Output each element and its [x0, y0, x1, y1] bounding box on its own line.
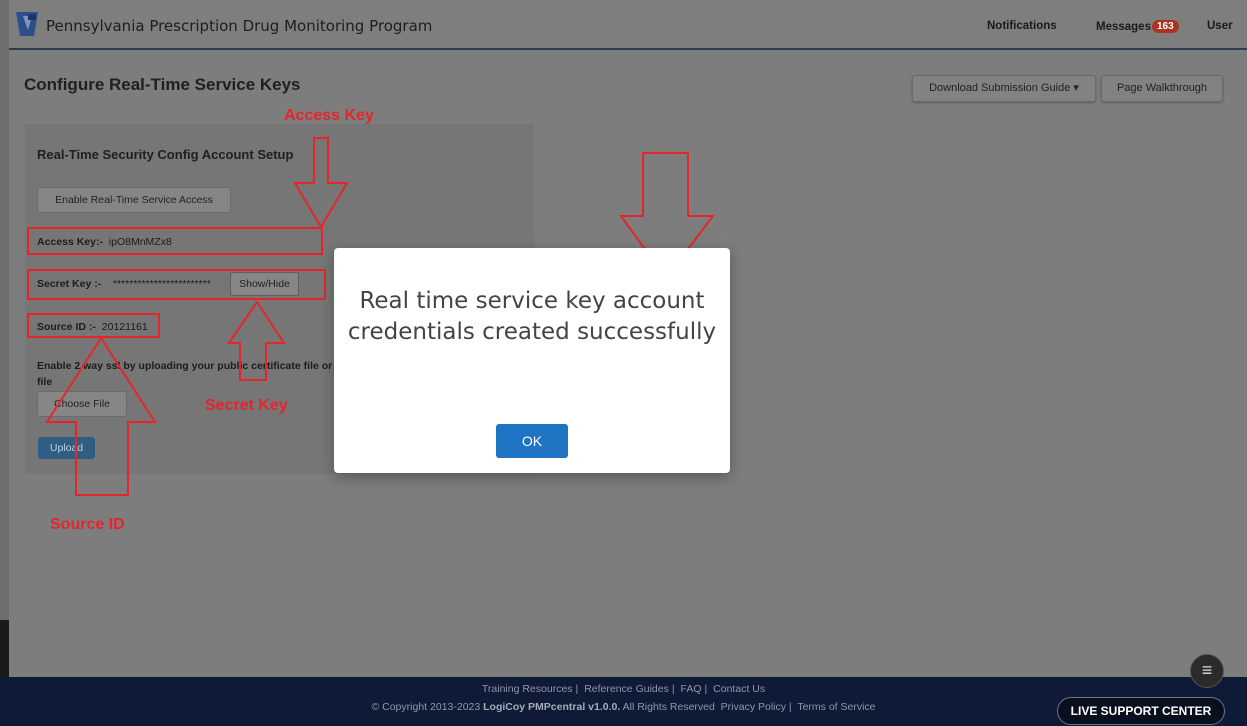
ok-button[interactable]: OK — [496, 424, 568, 458]
app-title[interactable]: Pennsylvania Prescription Drug Monitorin… — [46, 17, 432, 35]
panel-title: Real-Time Security Config Account Setup — [37, 147, 294, 162]
enable-realtime-access-button[interactable]: Enable Real-Time Service Access — [37, 187, 231, 213]
choose-file-button[interactable]: Choose File — [37, 391, 127, 417]
footer-links: Training Resources | Reference Guides | FA… — [481, 683, 766, 695]
live-support-button[interactable]: LIVE SUPPORT CENTER — [1057, 697, 1225, 725]
nav-user-menu[interactable]: User — [1207, 20, 1233, 32]
source-id-annotation: Source ID — [50, 516, 125, 533]
download-submission-guide-button[interactable]: Download Submission Guide ▾ — [912, 75, 1096, 102]
privacy-policy-link[interactable]: Privacy Policy | — [721, 701, 792, 713]
footer-link-training[interactable]: Training Resources — [482, 683, 573, 695]
access-key-highlight-box — [27, 227, 323, 255]
dialog-message: Real time service key account credential… — [347, 288, 717, 345]
pa-logo-icon — [16, 12, 38, 36]
nav-notifications[interactable]: Notifications — [987, 20, 1057, 32]
ssl-instruction-text: Enable 2 way ssl by uploading your publi… — [37, 360, 352, 388]
nav-messages[interactable]: Messages 163 — [1096, 20, 1179, 33]
secret-key-highlight-box — [27, 269, 326, 300]
copyright-prefix: © Copyright 2013-2023 — [371, 701, 481, 713]
nav-messages-label: Messages — [1096, 21, 1151, 33]
messages-count-badge: 163 — [1151, 20, 1179, 33]
upload-button[interactable]: Upload — [38, 437, 95, 459]
copyright-brand: LogiCoy PMPcentral v1.0.0. — [483, 701, 621, 713]
footer-link-faq[interactable]: FAQ — [681, 683, 702, 695]
copyright-suffix: All Rights Reserved — [622, 701, 715, 713]
left-edge-strip-top — [0, 0, 9, 620]
top-header: Pennsylvania Prescription Drug Monitorin… — [9, 6, 1247, 50]
source-id-highlight-box — [27, 313, 160, 338]
page-title: Configure Real-Time Service Keys — [24, 75, 301, 94]
hamburger-icon: ≡ — [1201, 660, 1213, 680]
secret-key-annotation: Secret Key — [205, 397, 288, 414]
success-dialog: Real time service key account credential… — [334, 248, 730, 473]
access-key-annotation: Access Key — [284, 107, 374, 124]
chat-menu-button[interactable]: ≡ — [1190, 654, 1224, 688]
terms-link[interactable]: Terms of Service — [797, 701, 875, 713]
page-walkthrough-button[interactable]: Page Walkthrough — [1101, 75, 1223, 102]
footer-link-contact[interactable]: Contact Us — [713, 683, 765, 695]
footer-link-reference[interactable]: Reference Guides — [584, 683, 669, 695]
